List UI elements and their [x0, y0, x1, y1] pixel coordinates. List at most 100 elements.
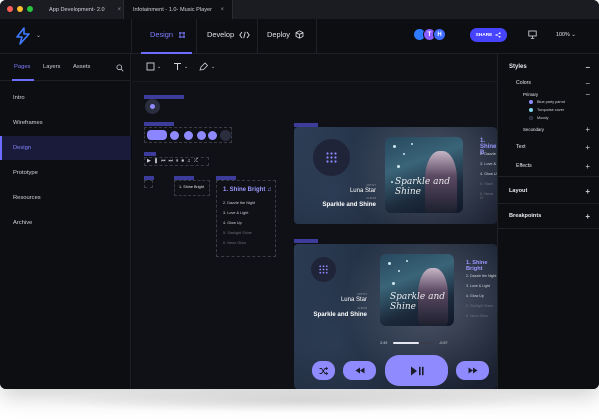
color-swatch-item[interactable]: Blue party parrot [529, 100, 565, 104]
logo-icon[interactable] [14, 27, 32, 47]
color-swatch-item[interactable]: Turquoise cover [529, 108, 564, 112]
expand-icon[interactable]: + [585, 162, 590, 171]
time-remaining: -0:57 [439, 341, 448, 345]
track-item[interactable]: 5. Starlight Shine [466, 304, 493, 308]
layout-section[interactable]: Layout + [498, 186, 599, 196]
design-canvas[interactable]: ⌄ ⌄ ⌄ ▶❚⏮⏭⏸⏹♫⤮ 1. Shine Bright 1. Shine … [132, 54, 497, 389]
tab-bar: App Development- 2.0 × Infotainment - 1.… [0, 0, 599, 19]
text-section[interactable]: Text + [498, 142, 599, 152]
track-item[interactable]: 6. Neon Glow [223, 241, 246, 245]
collapse-icon[interactable]: − [585, 79, 590, 88]
tab-music-player[interactable]: Infotainment - 1.0- Music Player × [123, 0, 233, 19]
tab-pages[interactable]: Pages [14, 64, 30, 70]
next-button[interactable] [456, 361, 489, 380]
colors-section[interactable]: Colors − [498, 78, 599, 88]
control-dot[interactable] [197, 131, 206, 140]
disc-button[interactable] [311, 257, 336, 282]
avatar[interactable]: H [433, 28, 446, 41]
page-item-archive[interactable]: Archive [0, 211, 131, 235]
track-item[interactable]: 5. Starlight Shine [223, 231, 252, 235]
player-frame-1[interactable]: ARTIST Luna Star ALBUM Sparkle and Shine… [294, 127, 497, 224]
control-dot[interactable] [184, 131, 193, 140]
page-item-prototype[interactable]: Prototype [0, 161, 131, 185]
player-frame-2[interactable]: ARTIST Luna Star ALBUM Sparkle and Shine… [294, 244, 497, 389]
tab-layers[interactable]: Layers [43, 64, 60, 70]
breakpoints-section[interactable]: Breakpoints + [498, 211, 599, 221]
tab-assets[interactable]: Assets [73, 64, 90, 70]
expand-icon[interactable]: + [585, 212, 590, 221]
section-title: Text [516, 144, 526, 150]
track-item[interactable]: 5. Starli [480, 182, 493, 186]
track-item[interactable]: 3. Love & [480, 162, 496, 166]
share-label: SHARE [475, 32, 493, 38]
previous-button[interactable] [343, 361, 376, 380]
track-item[interactable]: 4. Glow U [480, 172, 497, 176]
track-item[interactable]: 4. Glow Up [223, 221, 242, 225]
expand-icon[interactable]: + [585, 125, 590, 134]
track-selected-label: 1. Shine Bright [179, 185, 204, 189]
zoom-dropdown[interactable]: 100% ⌄ [556, 32, 576, 38]
maximize-window-dot[interactable] [27, 6, 33, 12]
text-tool[interactable]: ⌄ [173, 62, 188, 71]
page-item-wireframes[interactable]: Wireframes [0, 111, 131, 135]
track-item[interactable]: 6. Neon Glow [466, 314, 488, 318]
section-title: Layout [509, 188, 528, 194]
top-toolbar: ⌄ Design Develop Deploy [0, 19, 599, 54]
track-item[interactable]: 6. Neon G [480, 192, 497, 200]
expand-icon[interactable]: + [585, 187, 590, 196]
present-icon[interactable] [528, 30, 537, 41]
collapse-icon[interactable]: − [585, 90, 590, 99]
play-pause-button[interactable] [385, 355, 448, 386]
mode-deploy-button[interactable]: Deploy [267, 30, 304, 39]
shuffle-button[interactable] [312, 361, 335, 380]
code-icon [239, 31, 250, 38]
section-title: Breakpoints [509, 213, 542, 219]
primary-group[interactable]: Primary − [498, 90, 599, 99]
track-item[interactable]: 4. Glow Up [466, 294, 484, 298]
play-pill-component[interactable] [147, 130, 167, 140]
page-item-design[interactable]: Design [0, 136, 131, 160]
mode-design-button[interactable]: Design [150, 30, 186, 39]
chevron-down-icon[interactable]: ⌄ [36, 32, 41, 39]
active-tab-indicator [12, 79, 34, 81]
window-shadow [40, 389, 560, 413]
track-item[interactable]: 2. Dazzle [480, 152, 496, 156]
disc-small[interactable] [220, 130, 231, 141]
secondary-group[interactable]: Secondary + [498, 125, 599, 134]
divider [498, 203, 599, 204]
color-swatch-item[interactable]: Moody [529, 116, 548, 120]
mode-label: Develop [207, 30, 235, 39]
play-pause-icon [410, 366, 424, 375]
track-item[interactable]: 3. Love & Light [466, 284, 490, 288]
share-button[interactable]: SHARE [470, 28, 507, 42]
collapse-icon[interactable]: − [585, 63, 590, 72]
chevron-down-icon: ⌄ [157, 63, 162, 70]
progress-bar[interactable] [393, 342, 435, 344]
page-item-intro[interactable]: Intro [0, 86, 131, 110]
track-item[interactable]: 2. Dazzle the Night [223, 201, 255, 205]
frame-icon [179, 31, 186, 38]
artist-name: Luna Star [349, 188, 376, 194]
close-window-dot[interactable] [7, 6, 13, 12]
track-item[interactable]: 3. Love & Light [223, 211, 248, 215]
close-tab-icon[interactable]: × [117, 7, 121, 13]
sidebar-tabs: Pages Layers Assets [0, 54, 131, 81]
minimize-window-dot[interactable] [17, 6, 23, 12]
collaborator-avatars[interactable]: T H [413, 28, 446, 41]
effects-section[interactable]: Effects + [498, 161, 599, 171]
disc-button[interactable] [313, 139, 350, 176]
icon-frame[interactable] [144, 180, 153, 188]
track-item[interactable]: 2. Dazzle the Night [466, 274, 496, 278]
page-item-resources[interactable]: Resources [0, 186, 131, 210]
control-dot[interactable] [208, 131, 217, 140]
chevron-down-icon: ⌄ [571, 32, 576, 38]
close-tab-icon[interactable]: × [220, 7, 224, 13]
expand-icon[interactable]: + [585, 143, 590, 152]
styles-section[interactable]: Styles − [498, 62, 599, 72]
mode-develop-button[interactable]: Develop [207, 30, 250, 39]
control-dot[interactable] [170, 131, 179, 140]
tab-app-development[interactable]: App Development- 2.0 × [40, 0, 130, 19]
search-icon[interactable] [116, 64, 124, 74]
pen-tool[interactable]: ⌄ [199, 62, 215, 71]
frame-tool[interactable]: ⌄ [146, 62, 161, 71]
